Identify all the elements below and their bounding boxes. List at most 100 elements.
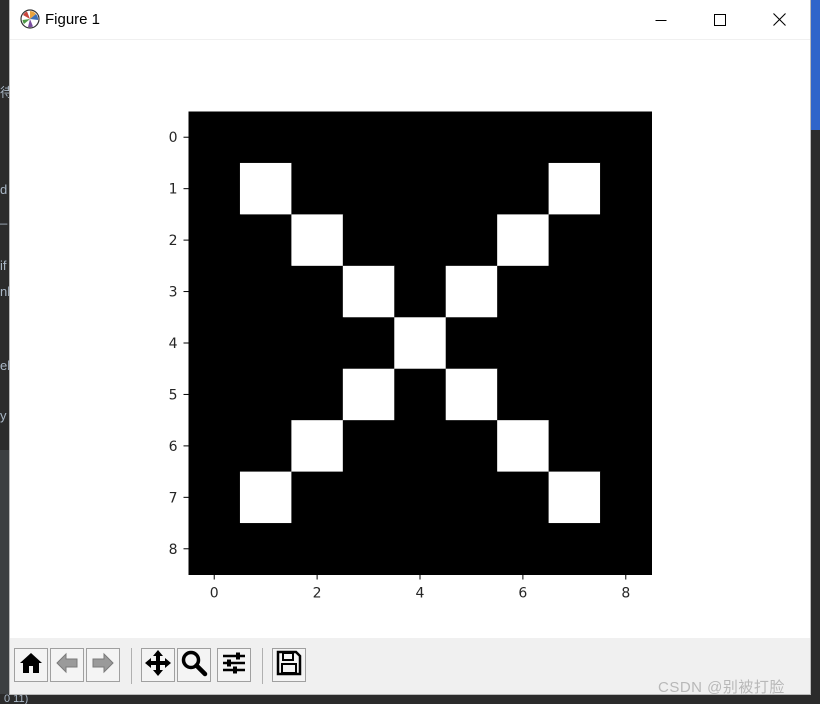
heatmap-cell [239, 317, 292, 370]
heatmap-cell [497, 111, 550, 164]
y-tick-label: 2 [169, 233, 178, 249]
minimize-button[interactable] [632, 0, 690, 39]
heatmap-cell [497, 265, 550, 318]
ide-text-fragment: 0 11) [4, 694, 29, 704]
close-button[interactable] [750, 0, 808, 39]
ide-text-fragment: el [0, 358, 10, 373]
magnifier-icon [180, 649, 208, 682]
heatmap-cell [548, 162, 601, 215]
heatmap-cell [394, 317, 447, 370]
zoom-button[interactable] [177, 648, 211, 682]
heatmap-cell [445, 368, 498, 421]
heatmap-cell [342, 265, 395, 318]
figure-canvas[interactable]: 0 2 4 6 8 0 1 2 3 4 5 6 7 8 [10, 40, 810, 638]
y-tick-label: 0 [169, 130, 178, 146]
heatmap-cell [445, 111, 498, 164]
heatmap-cell [188, 368, 241, 421]
heatmap-cell [239, 265, 292, 318]
ide-text-fragment: 待 [0, 85, 10, 100]
floppy-disk-icon [275, 649, 303, 682]
y-tick-label: 6 [169, 439, 178, 455]
heatmap-cell [188, 317, 241, 370]
forward-button[interactable] [86, 648, 120, 682]
heatmap-cell [291, 162, 344, 215]
heatmap-cell [342, 523, 395, 575]
y-tick-label: 7 [169, 490, 178, 506]
heatmap-cell [445, 523, 498, 575]
x-tick-label: 8 [621, 586, 630, 602]
heatmap-cell [394, 162, 447, 215]
save-button[interactable] [272, 648, 306, 682]
ide-text-fragment: d [0, 182, 8, 197]
ide-editor-background [0, 0, 10, 450]
heatmap-cell [394, 214, 447, 267]
heatmap-cell [291, 214, 344, 267]
heatmap-cell [600, 162, 652, 215]
ide-right-panel [810, 0, 820, 130]
y-tick-label: 4 [169, 336, 178, 352]
heatmap-cell [342, 162, 395, 215]
heatmap-cell [600, 471, 652, 524]
heatmap-cell [342, 317, 395, 370]
heatmap-cell [600, 523, 652, 575]
heatmap-cell [394, 471, 447, 524]
maximize-icon [714, 13, 726, 26]
home-icon [18, 650, 44, 681]
heatmap-cell [342, 368, 395, 421]
heatmap-cell [548, 265, 601, 318]
home-button[interactable] [14, 648, 48, 682]
heatmap-cell [291, 265, 344, 318]
heatmap-cell [291, 368, 344, 421]
heatmap-cell [239, 214, 292, 267]
heatmap-cell [548, 471, 601, 524]
minimize-icon [655, 14, 667, 26]
heatmap-cell [291, 111, 344, 164]
heatmap-cell [394, 265, 447, 318]
heatmap-cell [600, 214, 652, 267]
heatmap-cell [394, 523, 447, 575]
heatmap-cell [548, 368, 601, 421]
y-tick-label: 5 [169, 387, 178, 403]
heatmap-cell [394, 420, 447, 473]
heatmap-cell [291, 471, 344, 524]
x-tick-label: 2 [313, 586, 322, 602]
arrow-right-icon [90, 650, 116, 681]
pan-button[interactable] [141, 648, 175, 682]
heatmap-cell [239, 162, 292, 215]
title-bar[interactable]: Figure 1 [10, 0, 810, 40]
heatmap-cell [497, 214, 550, 267]
heatmap-cell [239, 420, 292, 473]
heatmap-cell [342, 214, 395, 267]
heatmap-cell [497, 420, 550, 473]
heatmap-cell [188, 523, 241, 575]
toolbar-separator [262, 648, 263, 684]
heatmap-cell [291, 523, 344, 575]
heatmap-cell [600, 265, 652, 318]
configure-subplots-button[interactable] [217, 648, 251, 682]
heatmap-cell [342, 420, 395, 473]
sliders-icon [220, 649, 248, 682]
maximize-button[interactable] [691, 0, 749, 39]
heatmap-cell [497, 523, 550, 575]
heatmap-cell [445, 265, 498, 318]
y-tick-label: 8 [169, 542, 178, 558]
move-icon [144, 649, 172, 682]
ide-right-background [810, 130, 820, 704]
x-tick-label: 0 [210, 586, 219, 602]
heatmap-cell [600, 317, 652, 370]
figure-window: Figure 1 0 2 4 6 8 0 1 2 3 4 5 6 7 8 [10, 0, 810, 694]
heatmap-cell [188, 420, 241, 473]
csdn-watermark: CSDN @别被打脸 [658, 679, 785, 696]
ide-text-fragment: if [0, 258, 7, 273]
heatmap-cell [291, 317, 344, 370]
heatmap-cell [497, 368, 550, 421]
heatmap-cell [188, 111, 241, 164]
ide-text-fragment: _ [0, 210, 8, 225]
heatmap-cell [188, 162, 241, 215]
heatmap-cell [342, 471, 395, 524]
y-tick-label: 1 [169, 182, 178, 198]
y-tick-label: 3 [169, 285, 178, 301]
heatmap-cell [445, 214, 498, 267]
heatmap-cell [445, 162, 498, 215]
back-button[interactable] [50, 648, 84, 682]
